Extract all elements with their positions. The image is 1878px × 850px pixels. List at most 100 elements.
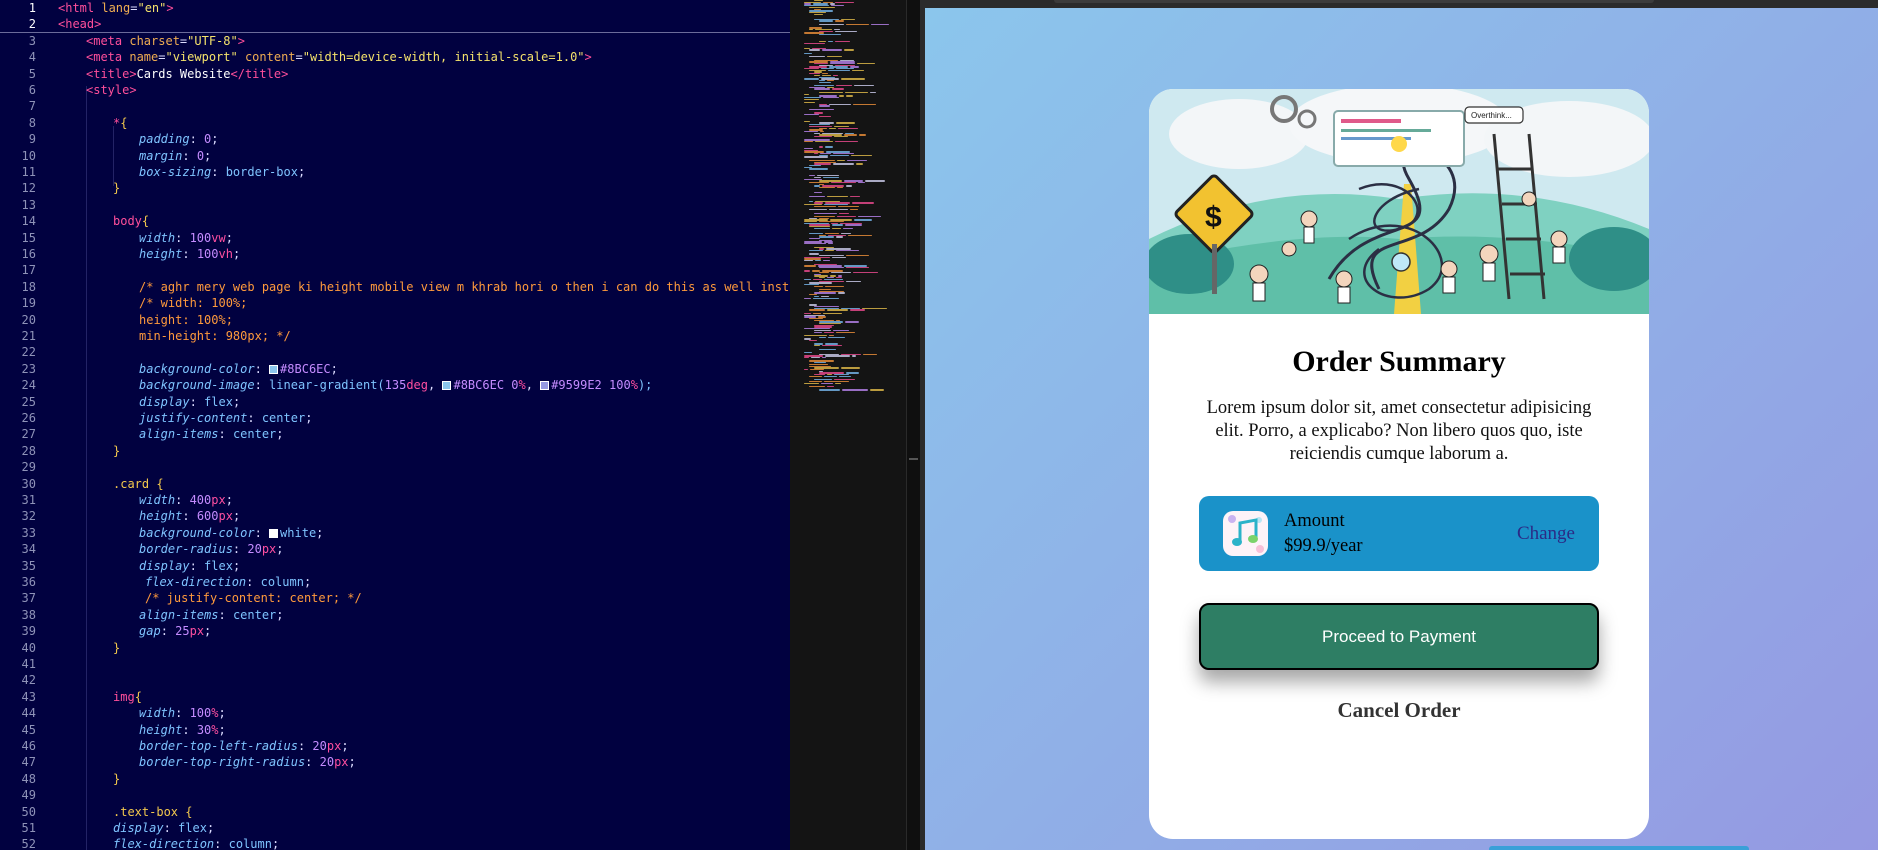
token: "en": [137, 1, 167, 15]
token: ;: [276, 427, 284, 442]
token: center: [261, 411, 306, 425]
code-line-30[interactable]: .card {: [113, 476, 164, 492]
token: :: [189, 558, 205, 573]
code-line-20[interactable]: height: 100%;: [139, 312, 233, 328]
code-line-36[interactable]: flex-direction: column;: [145, 574, 311, 590]
code-line-1[interactable]: <html lang="en">: [58, 0, 174, 16]
code-line-32[interactable]: height: 600px;: [139, 508, 240, 524]
minimap-line: [853, 103, 876, 106]
order-summary-card: Overthink... $ Order Summary Lorem ipsum…: [1149, 89, 1649, 839]
minimap-line: [835, 85, 853, 87]
code-line-25[interactable]: display: flex;: [139, 394, 240, 410]
code-line-34[interactable]: border-radius: 20px;: [139, 541, 284, 557]
token: 100: [196, 247, 219, 261]
line-number: 14: [21, 214, 36, 229]
minimap-line: [814, 192, 823, 194]
minimap-line: [814, 176, 822, 179]
code-line-35[interactable]: display: flex;: [139, 558, 240, 574]
code-line-47[interactable]: border-top-right-radius: 20px;: [139, 754, 356, 770]
color-swatch[interactable]: [442, 381, 452, 391]
code-line-44[interactable]: width: 100%;: [139, 705, 226, 721]
minimap-line: [804, 297, 812, 299]
minimap-line: [828, 40, 834, 43]
code-line-33[interactable]: background-color: white;: [139, 525, 323, 541]
code-line-8[interactable]: *{: [113, 115, 127, 131]
code-line-16[interactable]: height: 100vh;: [139, 246, 240, 262]
code-line-6[interactable]: <style>: [86, 82, 137, 98]
proceed-to-payment-button[interactable]: Proceed to Payment: [1199, 603, 1599, 670]
token: 100: [189, 230, 212, 245]
token: px: [211, 493, 226, 507]
code-line-21[interactable]: min-height: 980px; */: [139, 328, 291, 344]
code-line-26[interactable]: justify-content: center;: [139, 410, 312, 426]
token: px: [326, 739, 342, 753]
code-line-12[interactable]: }: [113, 180, 120, 196]
minimap-line: [814, 13, 823, 15]
code-line-15[interactable]: width: 100vw;: [139, 230, 233, 246]
minimap-line: [813, 278, 822, 281]
token: height: [139, 722, 183, 737]
token: %: [211, 706, 219, 721]
minimap-line: [844, 224, 863, 226]
code-line-14[interactable]: body{: [113, 213, 149, 229]
line-number: 7: [28, 99, 36, 114]
code-line-45[interactable]: height: 30%;: [139, 722, 226, 738]
color-swatch[interactable]: [269, 364, 279, 374]
token: 0: [196, 148, 205, 163]
editor-scrollbar[interactable]: [906, 0, 920, 850]
code-line-27[interactable]: align-items: center;: [139, 426, 284, 442]
code-line-5[interactable]: <title>Cards Website</title>: [86, 66, 288, 82]
code-line-31[interactable]: width: 400px;: [139, 492, 233, 508]
token: :: [182, 247, 197, 261]
minimap-line: [826, 56, 843, 58]
minimap-line: [819, 336, 826, 338]
minimap-line: [835, 30, 857, 32]
code-line-46[interactable]: border-top-left-radius: 20px;: [139, 738, 349, 754]
token: {: [178, 804, 193, 819]
code-line-11[interactable]: box-sizing: border-box;: [139, 164, 305, 180]
code-line-9[interactable]: padding: 0;: [139, 131, 219, 147]
code-line-48[interactable]: }: [113, 771, 120, 787]
line-number: 48: [21, 771, 36, 786]
code-line-50[interactable]: .text-box {: [113, 804, 192, 820]
code-line-19[interactable]: /* width: 100%;: [139, 295, 247, 311]
color-swatch[interactable]: [269, 528, 279, 538]
minimap-line: [814, 331, 823, 333]
code-line-18[interactable]: /* aghr mery web page ki height mobile v…: [139, 279, 790, 295]
minimap-line: [849, 209, 858, 211]
code-line-40[interactable]: }: [113, 640, 120, 656]
minimap-line: [809, 385, 826, 388]
token: :: [211, 165, 226, 179]
code-line-28[interactable]: }: [113, 443, 120, 459]
code-line-24[interactable]: background-image: linear-gradient(135deg…: [139, 377, 652, 393]
token: <meta: [86, 33, 123, 48]
code-line-2[interactable]: <head>: [58, 16, 101, 32]
code-line-38[interactable]: align-items: center;: [139, 607, 284, 623]
minimap-line: [828, 103, 852, 106]
minimap-line: [854, 85, 875, 87]
code-line-4[interactable]: <meta name="viewport" content="width=dev…: [86, 49, 592, 65]
code-line-52[interactable]: flex-direction: column;: [113, 836, 279, 850]
code-line-10[interactable]: margin: 0;: [139, 148, 211, 164]
code-line-3[interactable]: <meta charset="UTF-8">: [86, 33, 245, 49]
token: {: [141, 214, 150, 229]
minimap-line: [823, 380, 850, 383]
code-editor[interactable]: 1 2 3 4 5 6 7 8 9 10 11 12 13 14 15 16 17 18 19 20 21 22 23 24 2…: [0, 0, 790, 850]
minimap-line: [848, 234, 872, 236]
token: px: [218, 509, 233, 524]
code-line-23[interactable]: background-color: #8BC6EC;: [139, 361, 338, 377]
cancel-order-button[interactable]: Cancel Order: [1337, 698, 1460, 723]
change-plan-link[interactable]: Change: [1517, 523, 1575, 545]
token: .card: [113, 476, 150, 491]
color-swatch[interactable]: [540, 381, 550, 391]
code-line-43[interactable]: img{: [113, 689, 142, 705]
minimap-line: [835, 1, 854, 4]
scrollbar-thumb[interactable]: [909, 458, 918, 460]
token: >: [237, 33, 245, 48]
code-line-51[interactable]: display: flex;: [113, 820, 214, 836]
code-minimap[interactable]: [790, 0, 906, 850]
minimap-line: [809, 309, 826, 311]
line-number: 19: [21, 296, 36, 311]
code-line-39[interactable]: gap: 25px;: [139, 623, 211, 639]
code-line-37[interactable]: /* justify-content: center; */: [145, 590, 362, 606]
